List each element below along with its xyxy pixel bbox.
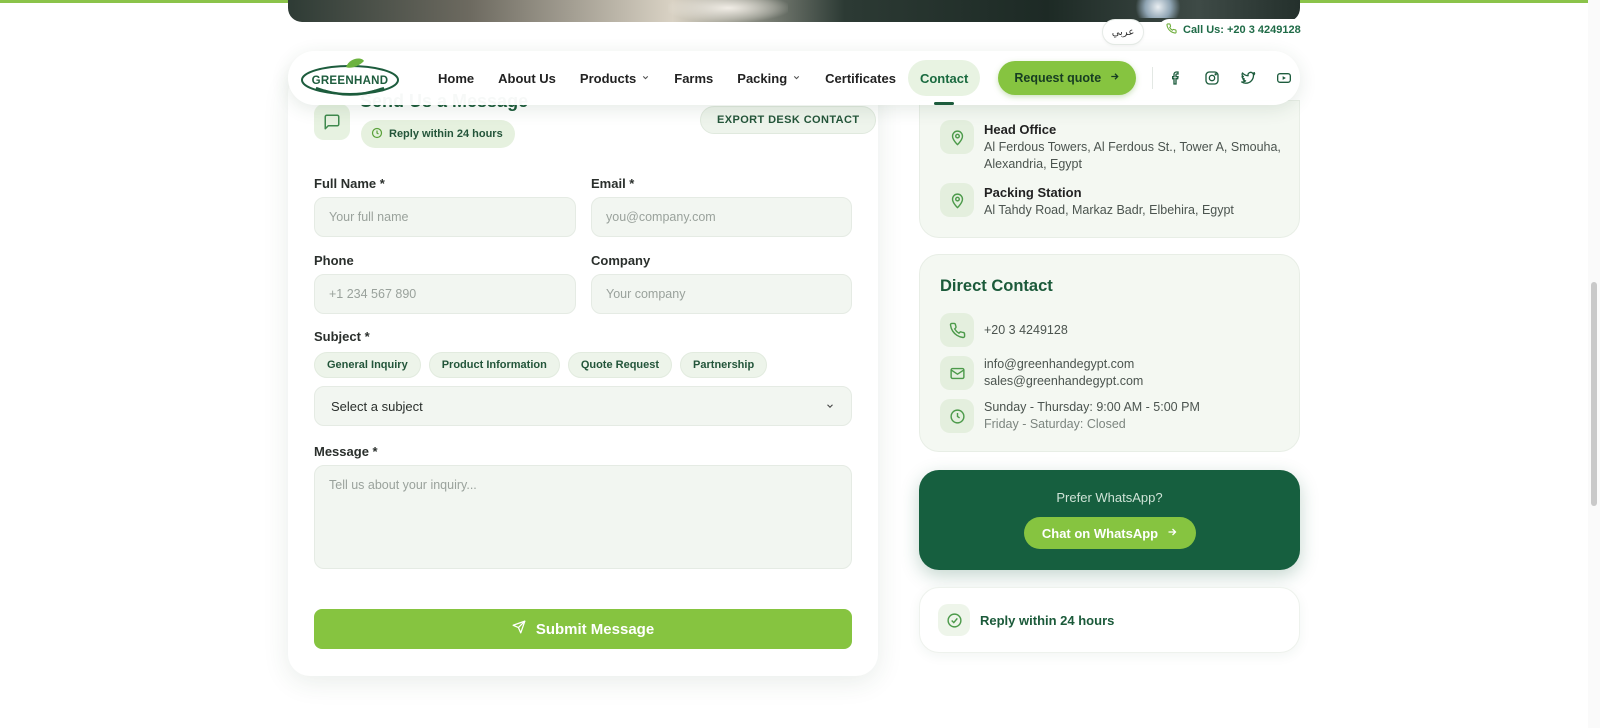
send-icon bbox=[512, 620, 526, 638]
email-input[interactable]: you@company.com bbox=[591, 197, 852, 237]
chevron-down-icon bbox=[641, 73, 650, 84]
head-office-line-1: Al Ferdous Towers, Al Ferdous St., Tower… bbox=[984, 140, 1281, 154]
chat-on-whatsapp-button[interactable]: Chat on WhatsApp bbox=[1024, 517, 1196, 549]
nav-contact-label: Contact bbox=[919, 70, 969, 86]
call-us-link[interactable]: Call Us: +20 3 4249128 bbox=[1158, 19, 1309, 41]
scrollbar-thumb[interactable] bbox=[1591, 282, 1597, 506]
phone-label: Phone bbox=[314, 253, 354, 268]
office-hours: Sunday - Thursday: 9:00 AM - 5:00 PM Fri… bbox=[984, 399, 1200, 433]
subject-select-value: Select a subject bbox=[331, 398, 423, 414]
subject-chips: General Inquiry Product Information Quot… bbox=[314, 352, 768, 378]
youtube-icon[interactable] bbox=[1275, 69, 1293, 87]
export-desk-contact-button[interactable]: EXPORT DESK CONTACT bbox=[700, 106, 877, 134]
nav-home-label: Home bbox=[438, 70, 475, 86]
nav-farms-label: Farms bbox=[674, 70, 714, 86]
nav-item-contact[interactable]: Contact bbox=[907, 60, 981, 105]
twitter-icon[interactable] bbox=[1239, 69, 1257, 87]
direct-contact-heading: Direct Contact bbox=[940, 277, 1053, 295]
subject-chip-product[interactable]: Product Information bbox=[428, 352, 560, 378]
company-label: Company bbox=[591, 253, 651, 268]
nav-packing-label: Packing bbox=[737, 70, 788, 86]
nav-divider bbox=[1152, 67, 1154, 89]
office-hours-closed: Friday - Saturday: Closed bbox=[984, 417, 1126, 431]
reply-time-text: Reply within 24 hours bbox=[980, 613, 1115, 628]
subject-chip-quote[interactable]: Quote Request bbox=[567, 352, 673, 378]
contact-email-sales[interactable]: sales@greenhandegypt.com bbox=[984, 373, 1143, 390]
whatsapp-prompt: Prefer WhatsApp? bbox=[1056, 490, 1163, 505]
company-input[interactable]: Your company bbox=[591, 274, 852, 314]
nav-certificates-label: Certificates bbox=[825, 70, 896, 86]
arrow-right-icon bbox=[1109, 71, 1120, 85]
clock-icon bbox=[940, 399, 974, 433]
call-us-label: Call Us: +20 3 4249128 bbox=[1183, 24, 1301, 36]
facebook-icon[interactable] bbox=[1167, 69, 1185, 87]
nav-item-products[interactable]: Products bbox=[568, 60, 662, 96]
chevron-down-icon bbox=[825, 399, 835, 414]
mail-icon bbox=[940, 356, 974, 390]
hero-image-strip bbox=[288, 0, 1300, 22]
nav-products-label: Products bbox=[579, 70, 637, 86]
request-quote-label: Request quote bbox=[1014, 71, 1102, 85]
social-links bbox=[1167, 69, 1293, 87]
nav-item-about[interactable]: About Us bbox=[486, 60, 568, 96]
reply-time-label: Reply within 24 hours bbox=[389, 128, 503, 140]
phone-icon bbox=[940, 313, 974, 347]
clock-icon bbox=[371, 127, 383, 142]
full-name-label: Full Name * bbox=[314, 176, 385, 191]
contact-email-info[interactable]: info@greenhandegypt.com bbox=[984, 356, 1143, 373]
map-pin-icon bbox=[940, 183, 974, 217]
nav-item-farms[interactable]: Farms bbox=[662, 60, 725, 96]
head-office-address: Al Ferdous Towers, Al Ferdous St., Tower… bbox=[984, 139, 1289, 173]
submit-label: Submit Message bbox=[535, 620, 655, 638]
nav-about-label: About Us bbox=[498, 70, 556, 86]
subject-chip-general[interactable]: General Inquiry bbox=[314, 352, 421, 378]
phone-icon bbox=[1166, 23, 1177, 37]
map-pin-icon bbox=[940, 120, 974, 154]
office-hours-open: Sunday - Thursday: 9:00 AM - 5:00 PM bbox=[984, 400, 1200, 414]
locations-card: Head Office Al Ferdous Towers, Al Ferdou… bbox=[919, 100, 1300, 238]
request-quote-button[interactable]: Request quote bbox=[998, 61, 1137, 95]
full-name-input[interactable]: Your full name bbox=[314, 197, 576, 237]
head-office-line-2: Alexandria, Egypt bbox=[984, 157, 1082, 171]
whatsapp-card: Prefer WhatsApp? Chat on WhatsApp bbox=[919, 470, 1300, 570]
message-textarea[interactable]: Tell us about your inquiry... bbox=[314, 465, 852, 569]
contact-emails: info@greenhandegypt.com sales@greenhande… bbox=[984, 356, 1143, 390]
check-circle-icon bbox=[938, 604, 970, 636]
reply-time-card: Reply within 24 hours bbox=[919, 587, 1300, 653]
nav-item-home[interactable]: Home bbox=[426, 60, 486, 96]
nav-item-packing[interactable]: Packing bbox=[725, 60, 813, 96]
svg-text:GREENHAND: GREENHAND bbox=[312, 75, 389, 87]
message-icon bbox=[314, 104, 350, 140]
language-switch[interactable]: عربي bbox=[1102, 19, 1144, 45]
main-navbar: GREENHAND Home About Us Products Farms P… bbox=[288, 51, 1300, 105]
phone-input[interactable]: +1 234 567 890 bbox=[314, 274, 576, 314]
whatsapp-button-label: Chat on WhatsApp bbox=[1041, 525, 1159, 541]
subject-label: Subject * bbox=[314, 329, 370, 344]
submit-message-button[interactable]: Submit Message bbox=[314, 609, 852, 649]
packing-station-address: Al Tahdy Road, Markaz Badr, Elbehira, Eg… bbox=[984, 203, 1234, 217]
nav-menu: Home About Us Products Farms Packing Cer… bbox=[426, 60, 981, 105]
subject-select[interactable]: Select a subject bbox=[314, 386, 852, 426]
chevron-down-icon bbox=[792, 73, 801, 84]
head-office-title: Head Office bbox=[984, 122, 1057, 137]
instagram-icon[interactable] bbox=[1203, 69, 1221, 87]
email-label: Email * bbox=[591, 176, 635, 191]
nav-item-certificates[interactable]: Certificates bbox=[813, 60, 908, 96]
contact-phone[interactable]: +20 3 4249128 bbox=[984, 322, 1068, 339]
packing-station-title: Packing Station bbox=[984, 185, 1082, 200]
reply-time-badge: Reply within 24 hours bbox=[361, 120, 515, 148]
subject-chip-partnership[interactable]: Partnership bbox=[680, 352, 768, 378]
message-label: Message * bbox=[314, 444, 378, 459]
arrow-right-icon bbox=[1166, 526, 1178, 541]
greenhand-logo[interactable]: GREENHAND bbox=[300, 57, 400, 99]
